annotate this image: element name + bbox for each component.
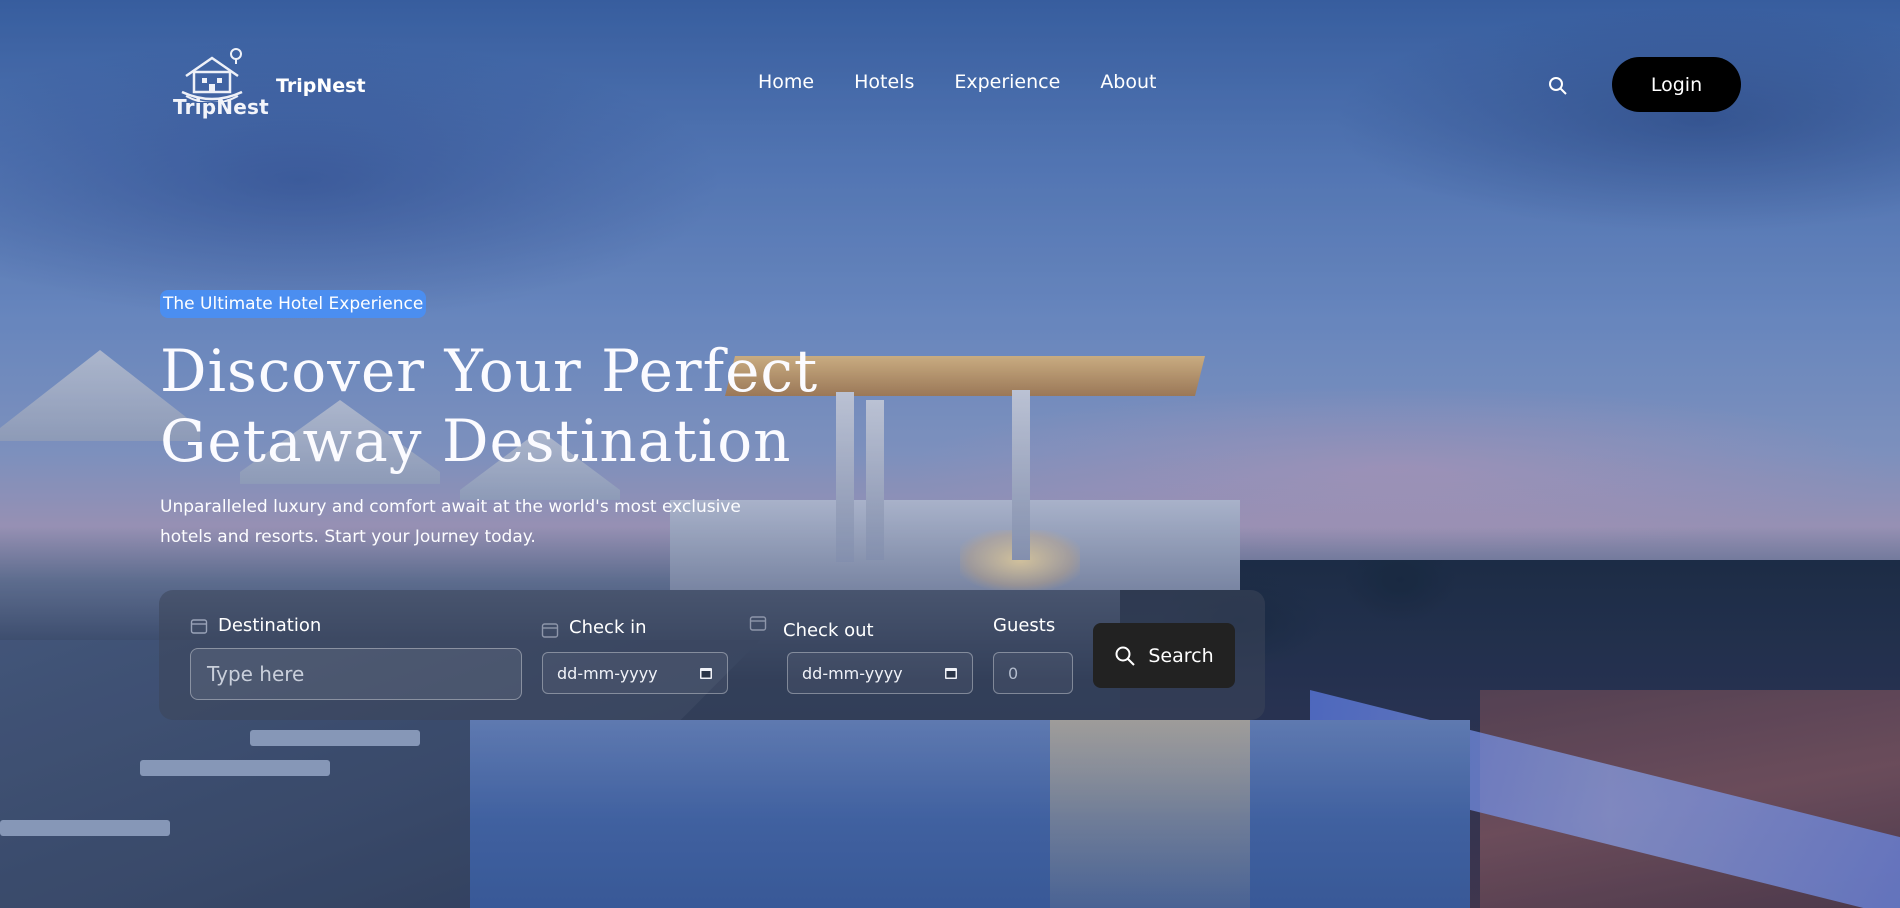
guests-label-text: Guests <box>993 615 1056 636</box>
calendar-picker-icon[interactable] <box>699 666 713 680</box>
calendar-icon <box>749 615 767 631</box>
nav-about[interactable]: About <box>1100 71 1156 93</box>
main-nav: Home Hotels Experience About <box>758 71 1157 93</box>
calendar-picker-icon[interactable] <box>944 666 958 680</box>
guests-label: Guests <box>993 615 1055 636</box>
checkout-date-value: dd-mm-yyyy <box>802 663 903 683</box>
checkout-date-input[interactable]: dd-mm-yyyy <box>787 652 973 694</box>
nav-home[interactable]: Home <box>758 71 814 93</box>
search-icon <box>1115 646 1136 666</box>
hotel-nest-icon <box>181 48 243 102</box>
logo-text: TripNest <box>173 95 269 119</box>
search-button[interactable]: Search <box>1093 623 1235 688</box>
subtitle-line-1: Unparalleled luxury and comfort await at… <box>160 497 741 517</box>
checkin-date-input[interactable]: dd-mm-yyyy <box>542 652 728 694</box>
hero-badge: The Ultimate Hotel Experience <box>160 290 427 318</box>
brand-name[interactable]: TripNest <box>276 75 366 97</box>
destination-input[interactable]: Type here <box>190 648 522 700</box>
headline-line-2: Getaway Destination <box>160 407 792 475</box>
guests-value: 0 <box>1008 663 1019 683</box>
checkout-label-text: Check out <box>783 620 874 641</box>
search-icon[interactable] <box>1548 76 1568 96</box>
calendar-icon <box>541 623 559 638</box>
hero-subtitle: Unparalleled luxury and comfort await at… <box>160 492 780 552</box>
checkin-label-text: Check in <box>569 616 647 638</box>
subtitle-line-2: hotels and resorts. Start your Journey t… <box>160 527 536 547</box>
checkin-date-value: dd-mm-yyyy <box>557 663 658 683</box>
calendar-icon <box>190 618 208 634</box>
nav-hotels[interactable]: Hotels <box>854 71 914 93</box>
login-button[interactable]: Login <box>1612 57 1741 112</box>
destination-label: Destination <box>190 615 321 636</box>
hero-headline: Discover Your Perfect Getaway Destinatio… <box>160 336 880 476</box>
nav-experience[interactable]: Experience <box>954 71 1060 93</box>
checkout-label: Check out <box>749 610 874 641</box>
destination-label-text: Destination <box>218 615 322 636</box>
guests-number-input[interactable]: 0 <box>993 652 1073 694</box>
search-button-label: Search <box>1148 644 1214 667</box>
headline-line-1: Discover Your Perfect <box>160 337 819 405</box>
checkin-label: Check in <box>541 615 647 639</box>
